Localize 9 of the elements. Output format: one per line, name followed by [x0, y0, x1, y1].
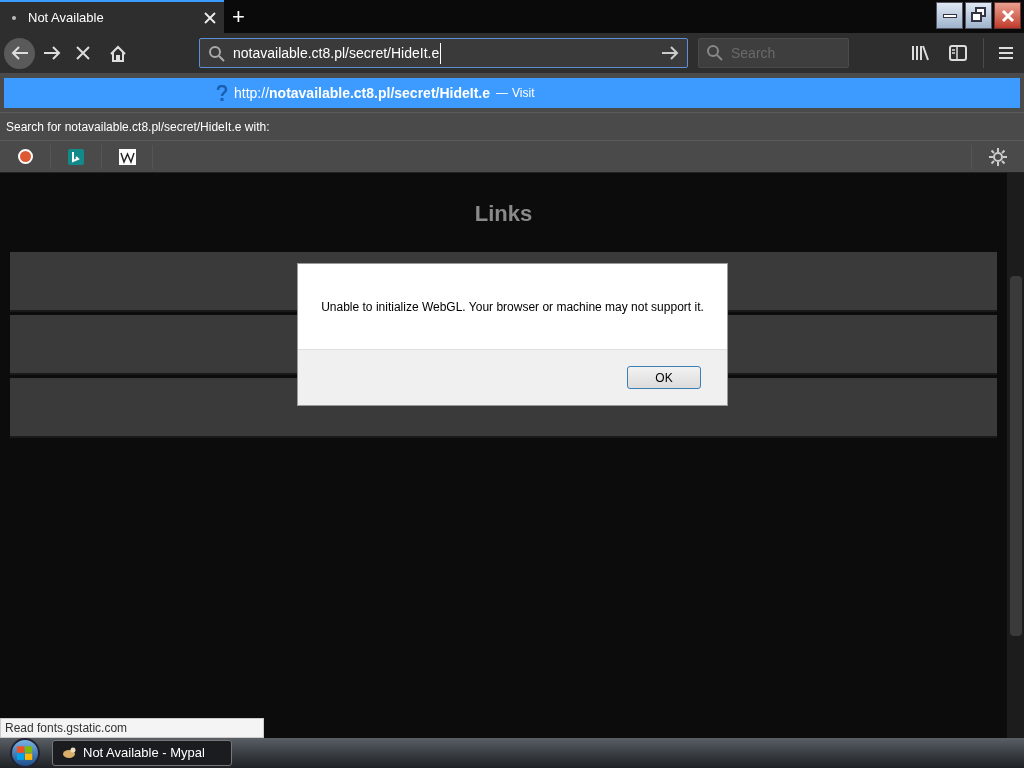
visit-label: Visit — [512, 85, 535, 102]
suggestion-url: http://notavailable.ct8.pl/secret/HideIt.e — [234, 83, 490, 103]
tab-title: Not Available — [28, 8, 105, 27]
separator-text: — — [496, 85, 508, 102]
status-text: Read fonts.gstatic.com — [0, 718, 264, 738]
page-heading: Links — [474, 200, 533, 228]
search-with-text: Search for notavailable.ct8.pl/secret/HideIt.e with: — [0, 112, 1024, 140]
address-text: notavailable.ct8.pl/secret/HideIt.e — [233, 42, 442, 64]
dialog-message: Unable to initialize WebGL. Your browser or machine may not support it. — [321, 298, 704, 316]
